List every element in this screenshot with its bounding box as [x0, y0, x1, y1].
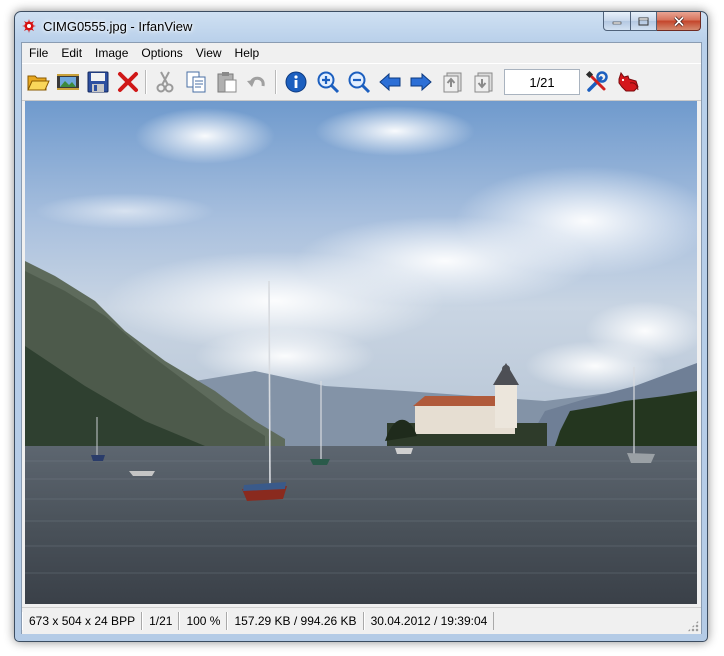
menu-bar: File Edit Image Options View Help	[22, 43, 701, 62]
status-datetime: 30.04.2012 / 19:39:04	[363, 612, 495, 630]
image-viewport[interactable]	[25, 101, 697, 604]
lake-photo	[25, 101, 697, 604]
zoom-out-button[interactable]	[346, 69, 372, 95]
last-page-icon	[474, 72, 493, 93]
caption-buttons	[603, 12, 701, 31]
irfanview-window: CIMG0555.jpg - IrfanView File Edit Image…	[14, 11, 708, 642]
status-dimensions: 673 x 504 x 24 BPP	[22, 612, 143, 630]
paste-icon	[217, 72, 237, 93]
irfanview-app-icon[interactable]	[21, 18, 37, 34]
window-title: CIMG0555.jpg - IrfanView	[43, 19, 193, 34]
toolbar: 1/21	[22, 63, 701, 101]
previous-button[interactable]	[377, 69, 403, 95]
first-page-button[interactable]	[440, 69, 466, 95]
toolbar-separator	[145, 70, 147, 94]
delete-button[interactable]	[115, 69, 141, 95]
settings-tools-icon	[585, 70, 608, 92]
info-icon	[285, 71, 307, 93]
menu-image[interactable]: Image	[88, 43, 134, 62]
paste-button[interactable]	[214, 69, 240, 95]
next-arrow-icon	[410, 72, 432, 92]
settings-button[interactable]	[584, 69, 610, 95]
previous-arrow-icon	[379, 72, 401, 92]
first-page-icon	[443, 72, 462, 93]
slideshow-button[interactable]	[55, 69, 81, 95]
menu-file[interactable]: File	[22, 43, 54, 62]
status-page: 1/21	[142, 612, 180, 630]
copy-icon	[186, 71, 206, 93]
undo-button[interactable]	[244, 69, 270, 95]
close-button[interactable]	[657, 12, 701, 31]
status-filesize: 157.29 KB / 994.26 KB	[227, 612, 364, 630]
close-icon	[673, 15, 684, 27]
irfanview-button[interactable]	[615, 69, 641, 95]
maximize-icon	[638, 17, 649, 25]
status-zoom: 100 %	[179, 612, 228, 630]
info-button[interactable]	[283, 69, 309, 95]
menu-options[interactable]: Options	[134, 43, 188, 62]
save-button[interactable]	[85, 69, 111, 95]
resize-grip[interactable]	[687, 620, 699, 632]
page-indicator[interactable]: 1/21	[504, 69, 580, 95]
client-area: File Edit Image Options View Help 1/21 6…	[21, 42, 702, 634]
delete-icon	[118, 72, 138, 92]
status-bar: 673 x 504 x 24 BPP 1/21 100 % 157.29 KB …	[22, 607, 701, 634]
menu-edit[interactable]: Edit	[54, 43, 88, 62]
slideshow-icon	[57, 74, 79, 90]
menu-view[interactable]: View	[189, 43, 228, 62]
copy-button[interactable]	[183, 69, 209, 95]
open-folder-icon	[27, 75, 50, 91]
title-bar[interactable]: CIMG0555.jpg - IrfanView	[15, 12, 707, 42]
zoom-in-icon	[317, 71, 340, 94]
zoom-in-button[interactable]	[315, 69, 341, 95]
minimize-icon	[612, 21, 622, 25]
minimize-button[interactable]	[603, 12, 631, 31]
maximize-button[interactable]	[631, 12, 657, 31]
undo-icon	[247, 76, 265, 87]
save-icon	[87, 71, 109, 93]
cut-icon	[156, 71, 174, 93]
irfanview-cat-icon	[618, 71, 639, 92]
cut-button[interactable]	[152, 69, 178, 95]
menu-help[interactable]: Help	[228, 43, 266, 62]
zoom-out-icon	[348, 71, 371, 94]
next-button[interactable]	[408, 69, 434, 95]
toolbar-separator	[275, 70, 277, 94]
last-page-button[interactable]	[471, 69, 497, 95]
open-button[interactable]	[25, 69, 51, 95]
